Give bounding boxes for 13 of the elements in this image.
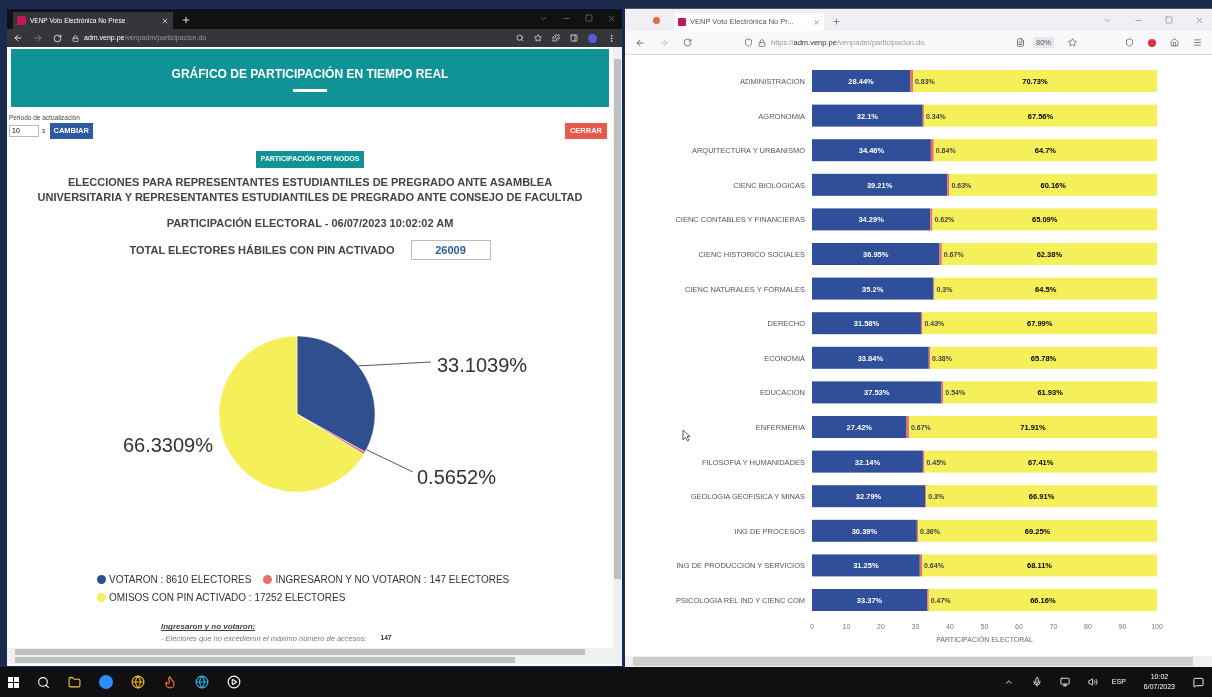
total-label: TOTAL ELECTORES HÁBILES CON PIN ACTIVADO — [129, 243, 395, 258]
election-title: UNIVERSITARIA Y REPRESENTANTES ESTUDIANTILES DE PREGRADO ANTE CONSEJO DE FACULTAD — [37, 189, 583, 205]
legend-label: VOTARON : 8610 ELECTORES — [109, 573, 252, 588]
election-title: ELECCIONES PARA REPRESENTANTES ESTUDIANTILES DE PREGRADO ANTE ASAMBLEA — [67, 174, 553, 190]
legend-label: INGRESARON Y NO VOTARON : 147 ELECTORES — [275, 573, 510, 588]
note-heading: Ingresaron y no votaron: — [161, 621, 257, 634]
page-title: GRÁFICO DE PARTICIPACIÓN EN TIEMPO REAL — [171, 65, 449, 83]
pie-value-label: 0.5652% — [417, 466, 496, 489]
pie-value-label: 66.3309% — [122, 434, 213, 457]
legend-label: OMISOS CON PIN ACTIVADO : 17252 ELECTORES — [109, 591, 346, 606]
pie-value-label: 33.1039% — [437, 354, 528, 377]
subtitle: PARTICIPACIÓN ELECTORAL - 06/07/2023 10:02:02 AM — [165, 215, 455, 231]
total-value: 26009 — [410, 240, 491, 261]
